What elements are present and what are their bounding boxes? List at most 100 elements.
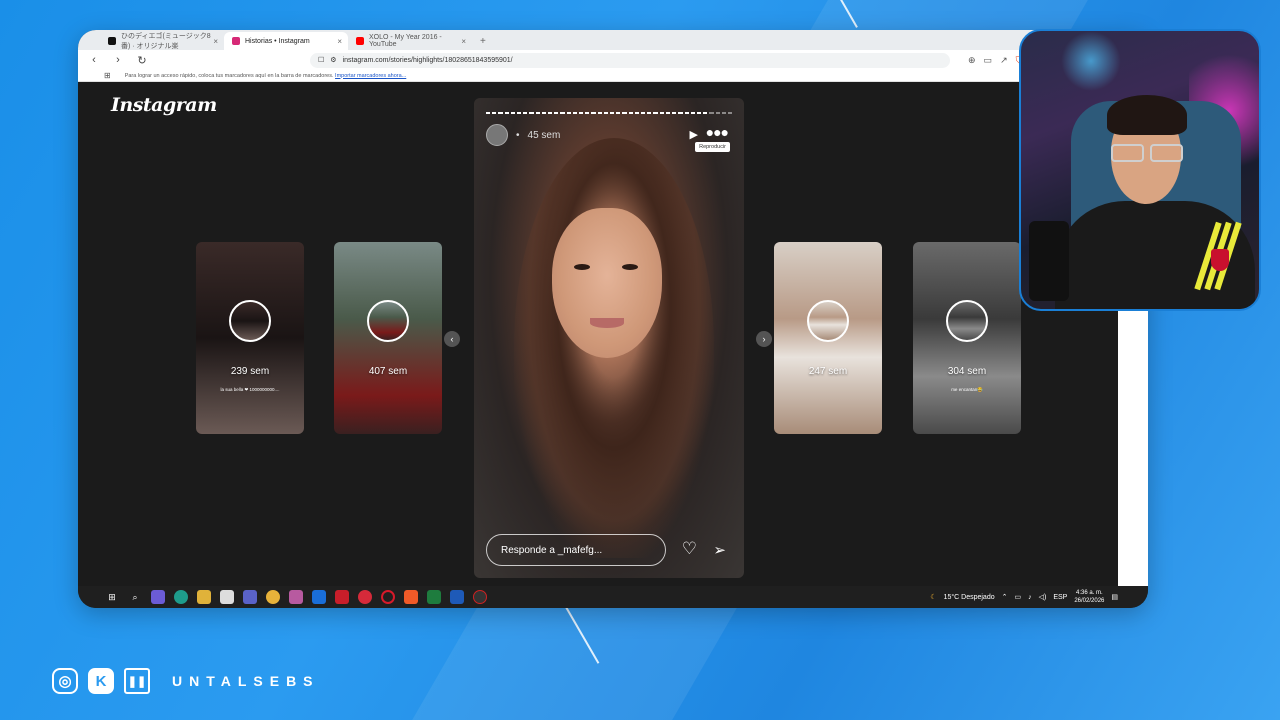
import-bookmarks-link[interactable]: Importar marcadores ahora... [335, 73, 406, 79]
progress-segment [703, 112, 708, 114]
progress-segment [690, 112, 695, 114]
photos-icon[interactable] [289, 590, 303, 604]
highlight-thumbnail[interactable]: 239 sem la sua bella ❤ 1000000000.... [196, 242, 304, 434]
file-explorer-icon[interactable] [197, 590, 211, 604]
bookmark-star-icon[interactable]: ☐ [318, 56, 324, 64]
weather-icon: ☾ [930, 594, 937, 601]
volume-icon[interactable]: ◁) [1039, 593, 1047, 601]
browser-tab[interactable]: ひのディエゴ(ミュージック8番) · オリジナル楽 × [100, 32, 224, 50]
play-icon[interactable]: ▶ [690, 128, 698, 141]
avatar [946, 300, 988, 342]
close-icon[interactable]: × [461, 37, 466, 46]
highlight-caption: me encantan😂 [951, 387, 983, 392]
story-viewer[interactable]: • 45 sem ▶ ●●● Reproducir Responde a _ma… [474, 98, 744, 578]
windows-start-icon[interactable]: ⊞ [105, 590, 119, 604]
story-header: • 45 sem [486, 124, 560, 146]
webcam-overlay [1019, 29, 1261, 311]
progress-segment [634, 112, 640, 114]
video-app-icon[interactable] [335, 590, 349, 604]
story-face [552, 208, 662, 358]
next-story-arrow[interactable]: › [756, 331, 772, 347]
highlight-thumbnail[interactable]: 407 sem [334, 242, 442, 434]
store-icon[interactable] [220, 590, 234, 604]
clock[interactable]: 4:36 a. m. 26/02/2026 [1074, 589, 1104, 605]
instagram-icon [232, 37, 240, 45]
progress-segment [541, 112, 547, 114]
share-icon[interactable]: ↗ [1000, 55, 1008, 66]
progress-segment [678, 112, 683, 114]
obs-icon[interactable] [473, 590, 487, 604]
streamer-handle: UNTALSEBS [172, 673, 320, 689]
tab-title: ひのディエゴ(ミュージック8番) · オリジナル楽 [121, 33, 211, 50]
progress-segment [579, 112, 584, 114]
browser-tab[interactable]: Historias • Instagram × [224, 32, 348, 50]
progress-segment [597, 112, 602, 114]
progress-segment [696, 112, 702, 114]
new-tab-button[interactable]: + [472, 36, 494, 50]
progress-segment [653, 112, 658, 114]
highlight-age: 239 sem [230, 366, 270, 377]
microphone-icon[interactable]: ♪ [1028, 594, 1032, 601]
notifications-icon[interactable]: ▤ [1111, 593, 1118, 601]
story-time: 45 sem [527, 129, 561, 141]
progress-segment [665, 112, 671, 114]
reload-icon[interactable]: ↻ [136, 54, 148, 67]
tiktok-icon [108, 37, 116, 45]
edge-icon[interactable] [174, 590, 188, 604]
address-bar[interactable]: ☐ ⚙ instagram.com/stories/highlights/180… [310, 52, 950, 68]
youtube-icon [356, 37, 364, 45]
progress-segment [560, 112, 565, 114]
story-progress-bar [486, 112, 733, 114]
avatar[interactable] [486, 124, 508, 146]
search-icon[interactable]: ⌕ [128, 590, 142, 604]
outlook-icon[interactable] [312, 590, 326, 604]
progress-segment [572, 112, 578, 114]
send-icon[interactable]: ➢ [713, 541, 726, 559]
highlight-thumbnail[interactable]: 247 sem [774, 242, 882, 434]
avatar [367, 300, 409, 342]
site-info-icon[interactable]: ⚙ [330, 56, 336, 64]
instagram-logo[interactable]: Instagram [111, 94, 217, 116]
network-icon[interactable]: ▭ [1014, 593, 1021, 601]
progress-segment [622, 112, 627, 114]
progress-segment [535, 112, 540, 114]
progress-segment [517, 112, 522, 114]
reply-input[interactable]: Responde a _mafefg... [486, 534, 666, 566]
install-icon[interactable]: ▭ [984, 55, 993, 66]
word-icon[interactable] [450, 590, 464, 604]
app-icon[interactable] [358, 590, 372, 604]
browser-tab[interactable]: XOLO - My Year 2016 - YouTube × [348, 32, 472, 50]
back-icon[interactable]: ‹ [88, 54, 100, 66]
highlight-thumbnail[interactable]: 304 sem me encantan😂 [913, 242, 1021, 434]
language-indicator[interactable]: ESP [1053, 594, 1067, 601]
chrome-icon[interactable] [266, 590, 280, 604]
chevron-up-icon[interactable]: ⌃ [1002, 593, 1008, 601]
play-tooltip: Reproducir [695, 142, 730, 152]
tab-bar: ひのディエゴ(ミュージック8番) · オリジナル楽 × Historias • In… [78, 30, 1148, 50]
progress-segment [529, 112, 534, 114]
forward-icon[interactable]: › [112, 54, 124, 66]
progress-segment [616, 112, 621, 114]
close-icon[interactable]: × [337, 37, 342, 46]
teams-icon[interactable] [243, 590, 257, 604]
brave-browser-icon[interactable] [404, 590, 418, 604]
tab-title: XOLO - My Year 2016 - YouTube [369, 34, 442, 48]
more-options-icon[interactable]: ●●● [706, 124, 729, 140]
apps-grid-icon[interactable]: ⊞ [104, 71, 111, 80]
bookmarks-bar: ⊞ Para lograr un acceso rápido, coloca t… [78, 70, 1148, 82]
highlight-age: 407 sem [368, 366, 408, 377]
previous-story-arrow[interactable]: ‹ [444, 331, 460, 347]
opera-icon[interactable] [381, 590, 395, 604]
progress-segment [566, 112, 571, 114]
zoom-icon[interactable]: ⊕ [968, 55, 976, 66]
heart-icon[interactable]: ♡ [682, 539, 697, 559]
close-icon[interactable]: × [213, 37, 218, 46]
weather-text[interactable]: 15°C Despejado [944, 594, 995, 601]
progress-segment [709, 112, 714, 114]
progress-segment [591, 112, 596, 114]
excel-icon[interactable] [427, 590, 441, 604]
progress-segment [554, 112, 559, 114]
progress-segment [641, 112, 646, 114]
copilot-icon[interactable] [151, 590, 165, 604]
highlight-caption: la sua bella ❤ 1000000000.... [220, 387, 280, 392]
